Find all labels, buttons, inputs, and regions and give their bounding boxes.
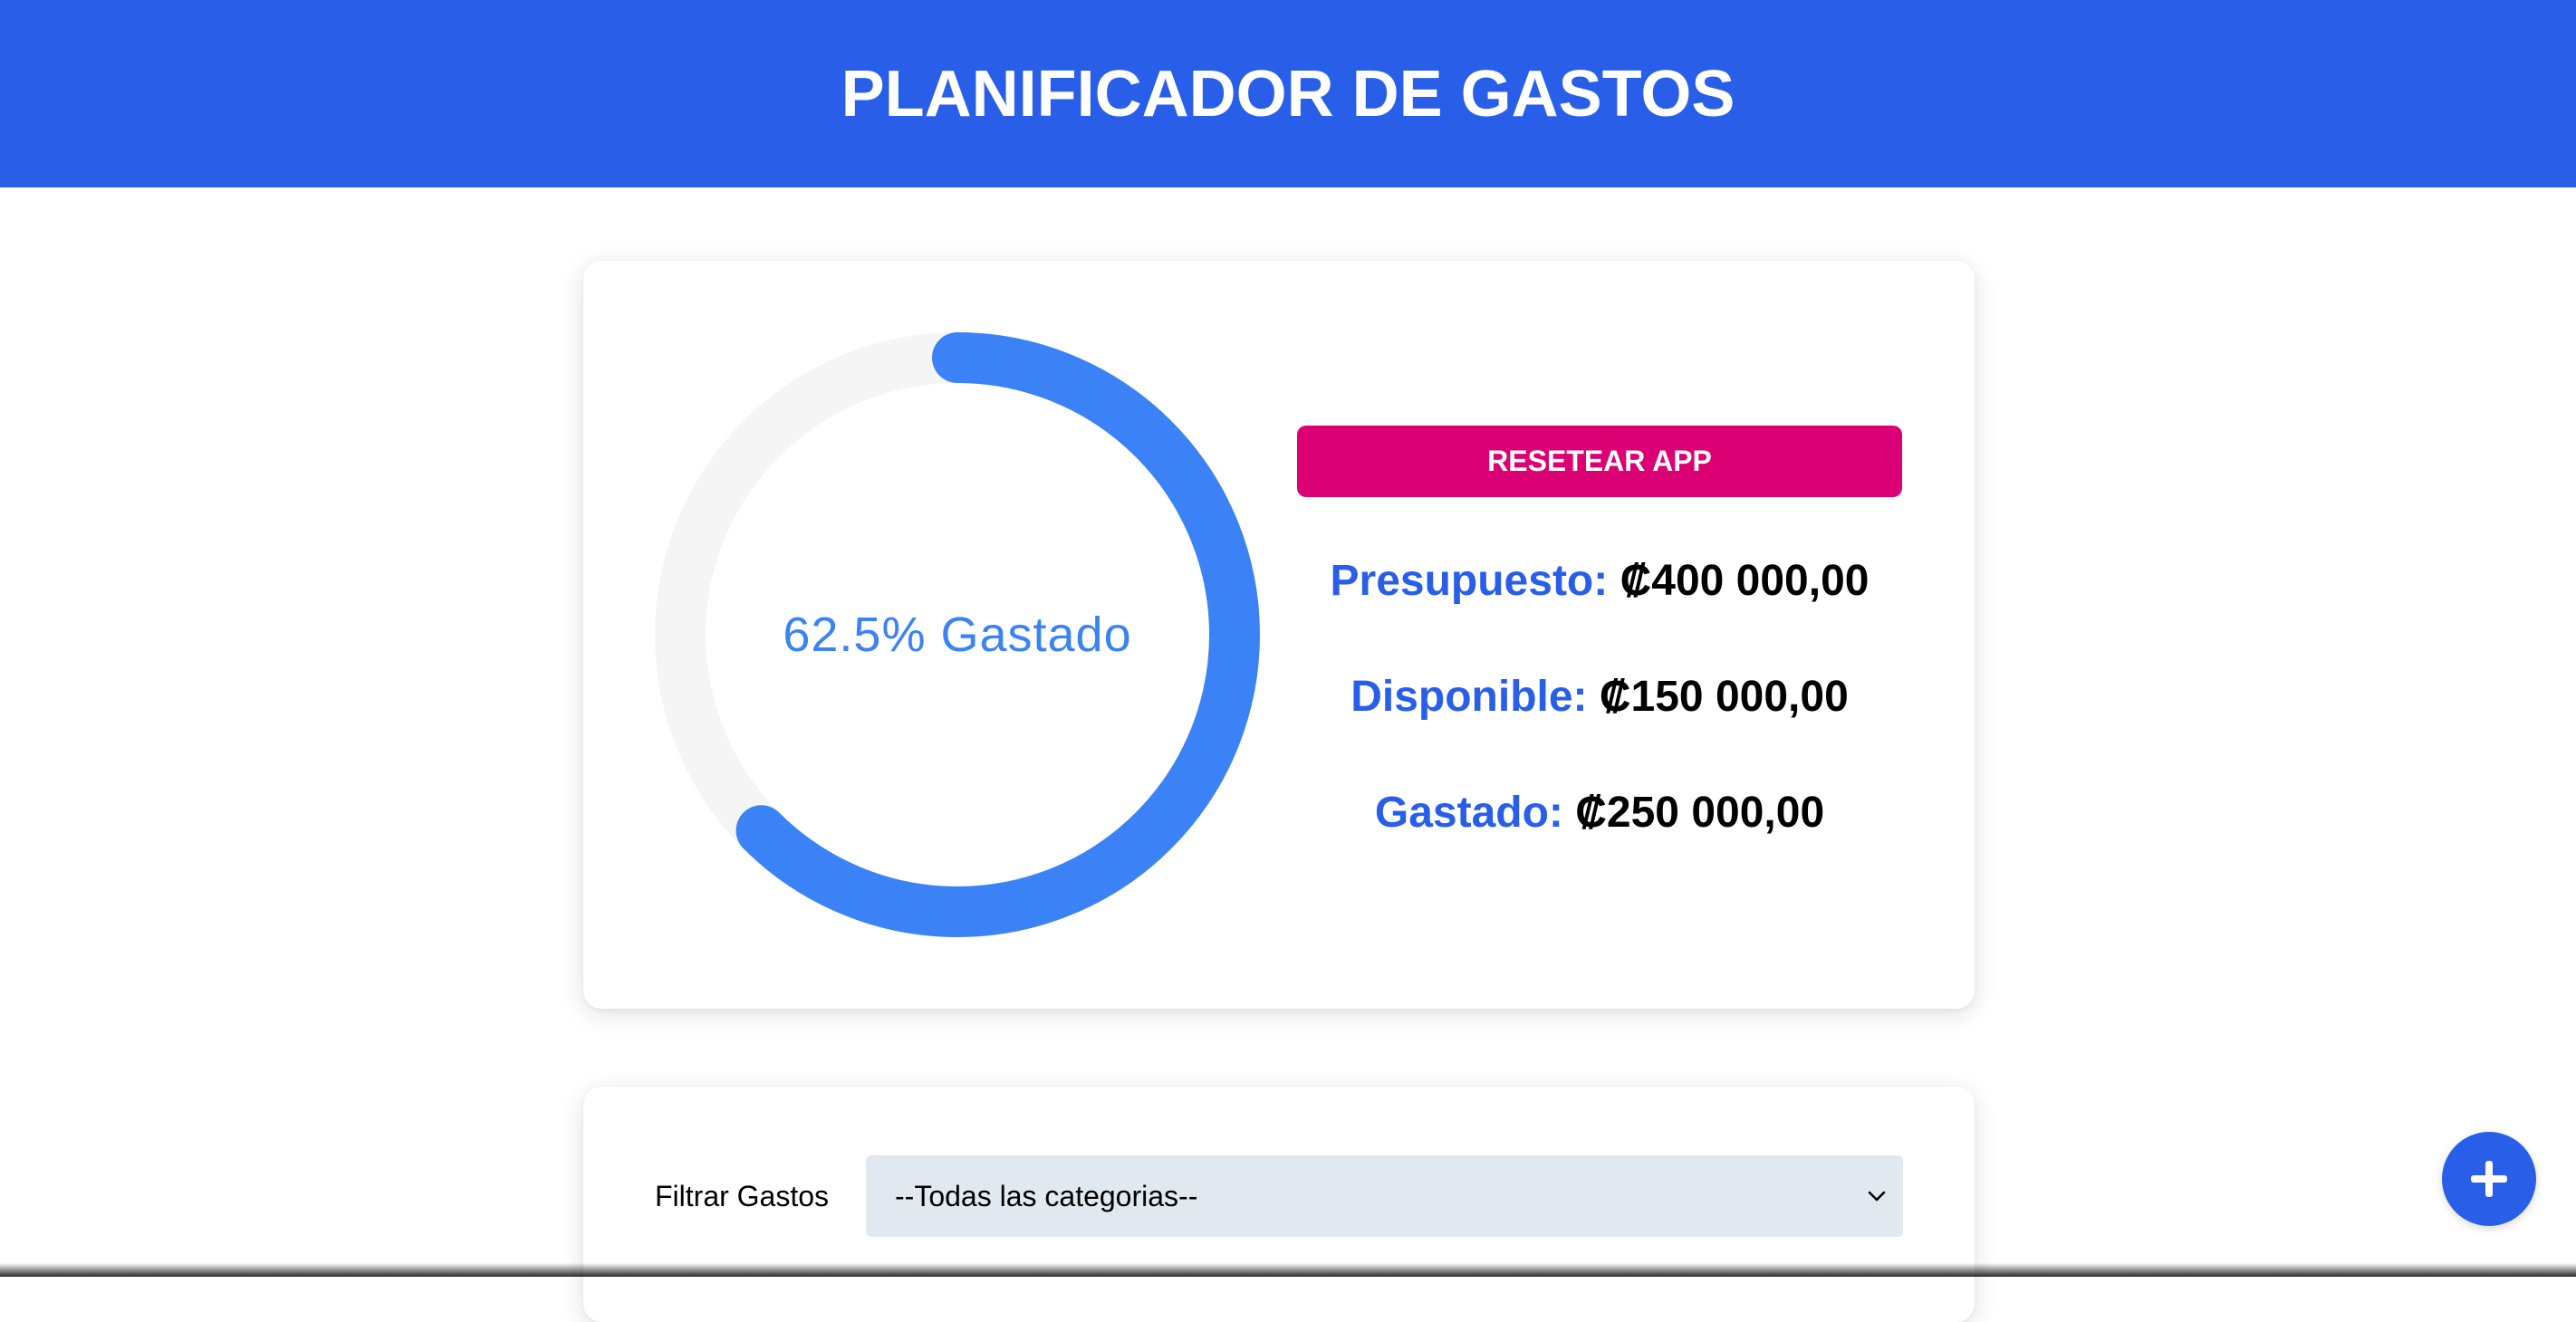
add-expense-button[interactable] bbox=[2442, 1132, 2536, 1226]
filter-card: Filtrar Gastos --Todas las categorias-- bbox=[583, 1087, 1975, 1322]
stat-budget-label: Presupuesto: bbox=[1330, 557, 1609, 605]
filter-label: Filtrar Gastos bbox=[655, 1179, 830, 1212]
stat-budget: Presupuesto: ₡400 000,00 bbox=[1297, 556, 1902, 606]
stat-available-value: ₡150 000,00 bbox=[1599, 673, 1849, 721]
stat-available: Disponible: ₡150 000,00 bbox=[1297, 672, 1902, 722]
stat-budget-value: ₡400 000,00 bbox=[1620, 557, 1870, 605]
progress-label: 62.5% Gastado bbox=[783, 608, 1132, 662]
window-bottom-edge bbox=[0, 1263, 2576, 1277]
app-header: PLANIFICADOR DE GASTOS bbox=[0, 0, 2576, 187]
category-select-value: --Todas las categorias-- bbox=[895, 1179, 1198, 1212]
budget-card: 62.5% Gastado RESETEAR APP Presupuesto: … bbox=[583, 261, 1975, 1009]
filter-row: Filtrar Gastos --Todas las categorias-- bbox=[655, 1155, 1903, 1237]
plus-icon bbox=[2471, 1161, 2507, 1197]
progress-ring: 62.5% Gastado bbox=[655, 332, 1260, 937]
stat-spent-value: ₡250 000,00 bbox=[1575, 789, 1825, 837]
stat-spent-label: Gastado: bbox=[1374, 789, 1563, 837]
category-select[interactable]: --Todas las categorias-- bbox=[866, 1155, 1903, 1237]
chevron-down-icon bbox=[1868, 1191, 1886, 1202]
stat-spent: Gastado: ₡250 000,00 bbox=[1297, 788, 1902, 838]
reset-app-button[interactable]: RESETEAR APP bbox=[1297, 426, 1902, 497]
stat-available-label: Disponible: bbox=[1350, 673, 1588, 721]
app-title: PLANIFICADOR DE GASTOS bbox=[841, 57, 1735, 130]
